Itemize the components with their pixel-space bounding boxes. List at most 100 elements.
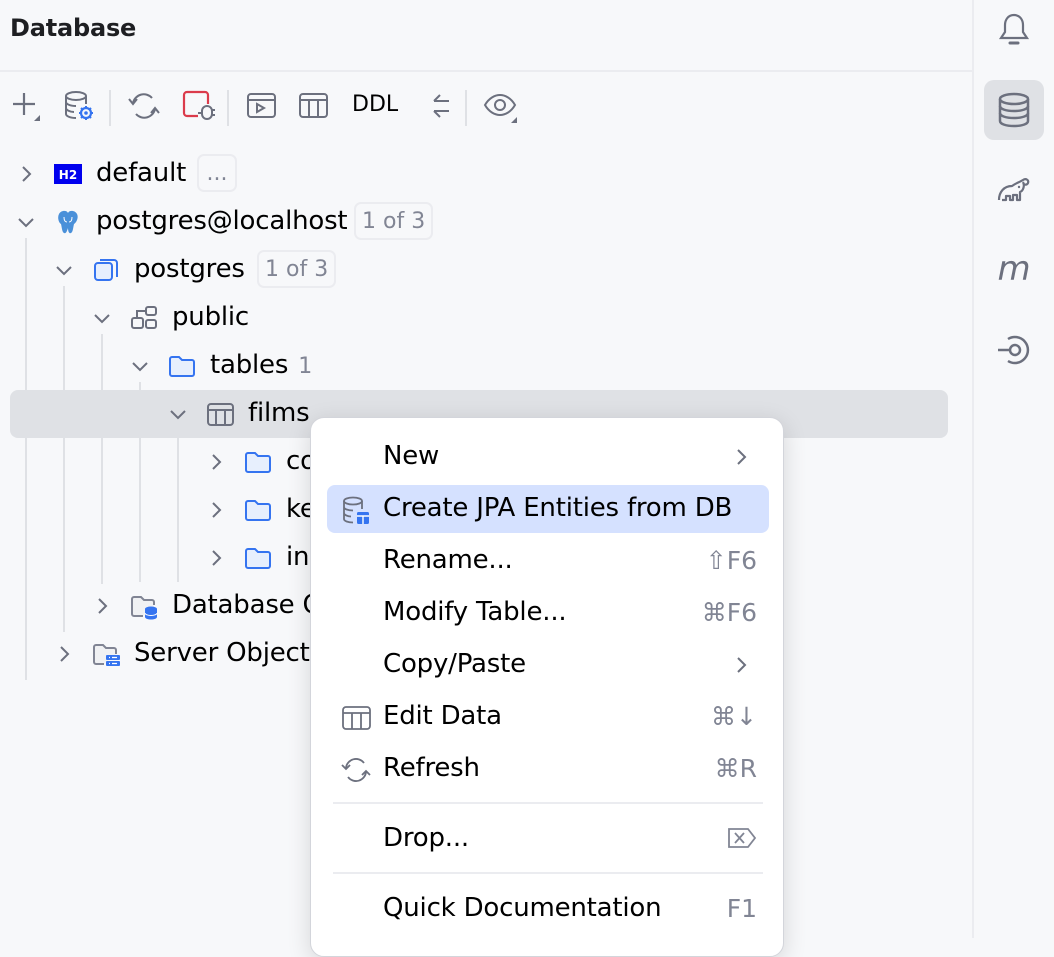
tree-node-postgres-localhost[interactable]: postgres@localhost 1 of 3: [0, 198, 972, 246]
database-icon: [94, 259, 118, 281]
notifications-button[interactable]: [984, 0, 1044, 60]
compare-button[interactable]: [416, 88, 452, 124]
eye-icon: [483, 93, 517, 123]
tree-node-label: postgres@localhost: [96, 206, 348, 236]
database-objects-icon: [131, 596, 158, 620]
chevron-down-icon[interactable]: [166, 402, 190, 426]
tree-node-label: Database O: [172, 590, 323, 620]
menu-item-new[interactable]: New: [327, 433, 769, 481]
tree-node-label: Server Objects: [134, 638, 323, 668]
chevron-down-icon[interactable]: [14, 210, 38, 234]
chevron-right-icon[interactable]: [204, 498, 228, 522]
table-icon: [299, 93, 328, 118]
disconnect-button[interactable]: [180, 88, 216, 124]
chevron-right-icon[interactable]: [90, 594, 114, 618]
svg-text:H2: H2: [59, 168, 77, 182]
tree-node-label: default: [96, 158, 187, 188]
endpoints-button[interactable]: [984, 320, 1044, 380]
chevron-right-icon[interactable]: [204, 450, 228, 474]
submenu-arrow-icon: [737, 449, 747, 465]
gradle-elephant-icon: [997, 178, 1030, 202]
menu-item-shortcut: ⇧F6: [705, 546, 757, 575]
maven-button[interactable]: m: [984, 240, 1044, 300]
gradle-button[interactable]: [984, 160, 1044, 220]
add-button[interactable]: [8, 88, 44, 124]
context-menu: New Create JPA Entities from DB Rename..…: [310, 417, 784, 957]
schema-icon: [131, 306, 157, 329]
edit-data-button[interactable]: [296, 88, 332, 124]
chevron-right-icon[interactable]: [204, 546, 228, 570]
menu-item-label: Rename...: [383, 545, 513, 575]
maven-m-icon: m: [997, 250, 1030, 289]
menu-item-label: Create JPA Entities from DB: [383, 493, 733, 523]
folder-icon: [245, 452, 271, 473]
menu-item-drop[interactable]: Drop...: [327, 815, 769, 863]
tree-node-default[interactable]: H2 default ...: [0, 150, 972, 198]
data-source-properties-button[interactable]: [61, 88, 97, 124]
plus-icon: [13, 93, 40, 121]
menu-item-copy-paste[interactable]: Copy/Paste: [327, 641, 769, 689]
jump-to-console-button[interactable]: [244, 88, 280, 124]
chevron-down-icon[interactable]: [128, 354, 152, 378]
tree-node-public[interactable]: public: [0, 294, 972, 342]
menu-item-refresh[interactable]: Refresh ⌘R: [327, 745, 769, 793]
scope-badge[interactable]: 1 of 3: [354, 202, 434, 240]
item-count: 1: [298, 354, 313, 379]
disconnect-icon: [182, 90, 215, 120]
tree-node-label: tables 1: [210, 350, 312, 380]
menu-item-shortcut: ⌘R: [714, 754, 757, 783]
endpoints-icon: [998, 335, 1030, 365]
menu-item-label: Copy/Paste: [383, 649, 526, 679]
toolbar: DDL: [0, 82, 972, 132]
menu-item-label: Refresh: [383, 753, 480, 783]
bell-icon: [998, 13, 1030, 45]
folder-icon: [245, 500, 271, 521]
database-icon: [998, 92, 1030, 128]
refresh-button[interactable]: [126, 88, 162, 124]
jpa-entities-icon: [343, 496, 369, 524]
menu-item-label: Drop...: [383, 823, 469, 853]
toolbar-separator: [109, 90, 111, 126]
folder-icon: [169, 356, 195, 377]
tree-node-postgres-db[interactable]: postgres 1 of 3: [0, 246, 972, 294]
chevron-down-icon[interactable]: [90, 306, 114, 330]
toolbar-separator: [465, 90, 467, 126]
folder-icon: [245, 548, 271, 569]
refresh-icon: [128, 93, 160, 119]
menu-item-modify-table[interactable]: Modify Table... ⌘F6: [327, 589, 769, 637]
tree-node-label: films: [248, 398, 310, 428]
tree-node-tables[interactable]: tables 1: [0, 342, 972, 390]
server-objects-icon: [93, 644, 120, 666]
chevron-right-icon[interactable]: [14, 162, 38, 186]
menu-item-quick-documentation[interactable]: Quick Documentation F1: [327, 885, 769, 933]
compare-arrows-icon: [433, 94, 449, 118]
menu-item-label: Quick Documentation: [383, 893, 662, 923]
menu-item-label: Modify Table...: [383, 597, 567, 627]
postgresql-icon: [58, 210, 78, 234]
menu-item-edit-data[interactable]: Edit Data ⌘↓: [327, 693, 769, 741]
database-tool-button[interactable]: [984, 80, 1044, 140]
tree-node-label-text: tables: [210, 350, 289, 380]
console-icon: [247, 93, 276, 118]
delete-key-icon: [728, 828, 757, 848]
h2-icon: H2: [54, 164, 82, 184]
menu-item-shortcut: F1: [726, 894, 757, 923]
menu-item-rename[interactable]: Rename... ⇧F6: [327, 537, 769, 585]
view-options-button[interactable]: [482, 88, 518, 124]
tool-window-title: Database: [10, 14, 137, 42]
table-icon: [207, 403, 234, 426]
more-badge[interactable]: ...: [197, 154, 237, 192]
tree-node-label: in: [286, 542, 310, 572]
tree-node-label: postgres: [134, 254, 245, 284]
right-tool-window-bar: m: [972, 0, 1054, 938]
chevron-right-icon[interactable]: [52, 642, 76, 666]
chevron-down-icon[interactable]: [52, 258, 76, 282]
ddl-button[interactable]: DDL: [352, 92, 398, 117]
submenu-arrow-icon: [737, 657, 747, 673]
menu-item-create-jpa-entities[interactable]: Create JPA Entities from DB: [327, 485, 769, 533]
menu-separator: [333, 872, 763, 874]
scope-badge[interactable]: 1 of 3: [257, 250, 337, 288]
menu-item-shortcut: ⌘↓: [711, 702, 757, 731]
menu-item-label: New: [383, 441, 440, 471]
svg-text:m: m: [997, 250, 1030, 289]
